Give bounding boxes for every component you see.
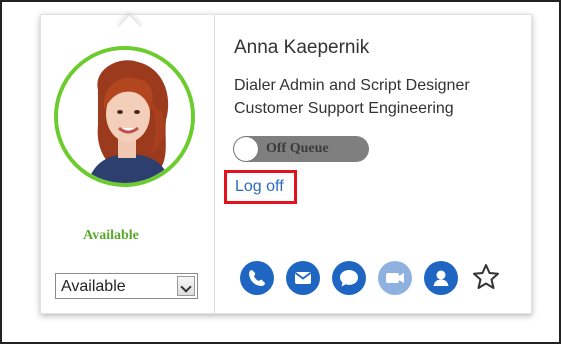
queue-toggle-label: Off Queue (266, 141, 329, 156)
chat-button[interactable] (332, 261, 366, 295)
star-icon[interactable] (471, 262, 501, 292)
contact-department: Customer Support Engineering (234, 100, 454, 117)
presence-status-select-value: Available (61, 278, 126, 295)
contact-card-left-panel: Available Available (41, 15, 215, 313)
contact-name: Anna Kaepernik (234, 37, 370, 58)
contact-card: Available Available Anna Kaepernik Diale… (40, 14, 532, 314)
contact-title: Dialer Admin and Script Designer (234, 77, 470, 94)
presence-status-select[interactable]: Available (55, 273, 198, 299)
queue-toggle-knob[interactable] (234, 137, 258, 161)
video-icon (386, 273, 404, 283)
email-button[interactable] (286, 261, 320, 295)
log-off-link[interactable]: Log off (235, 178, 284, 196)
screenshot-frame: Available Available Anna Kaepernik Diale… (0, 0, 561, 344)
avatar (54, 46, 195, 187)
chevron-down-icon[interactable] (177, 276, 195, 296)
queue-toggle[interactable]: Off Queue (233, 136, 369, 162)
logoff-highlight-box: Log off (224, 170, 297, 204)
video-button[interactable] (378, 261, 412, 295)
chat-icon (340, 270, 358, 287)
profile-button[interactable] (424, 261, 458, 295)
call-button[interactable] (240, 261, 274, 295)
avatar-photo (58, 50, 191, 183)
phone-icon (249, 270, 265, 286)
mail-icon (294, 272, 312, 284)
presence-status-label: Available (83, 228, 139, 243)
profile-icon (433, 270, 449, 286)
